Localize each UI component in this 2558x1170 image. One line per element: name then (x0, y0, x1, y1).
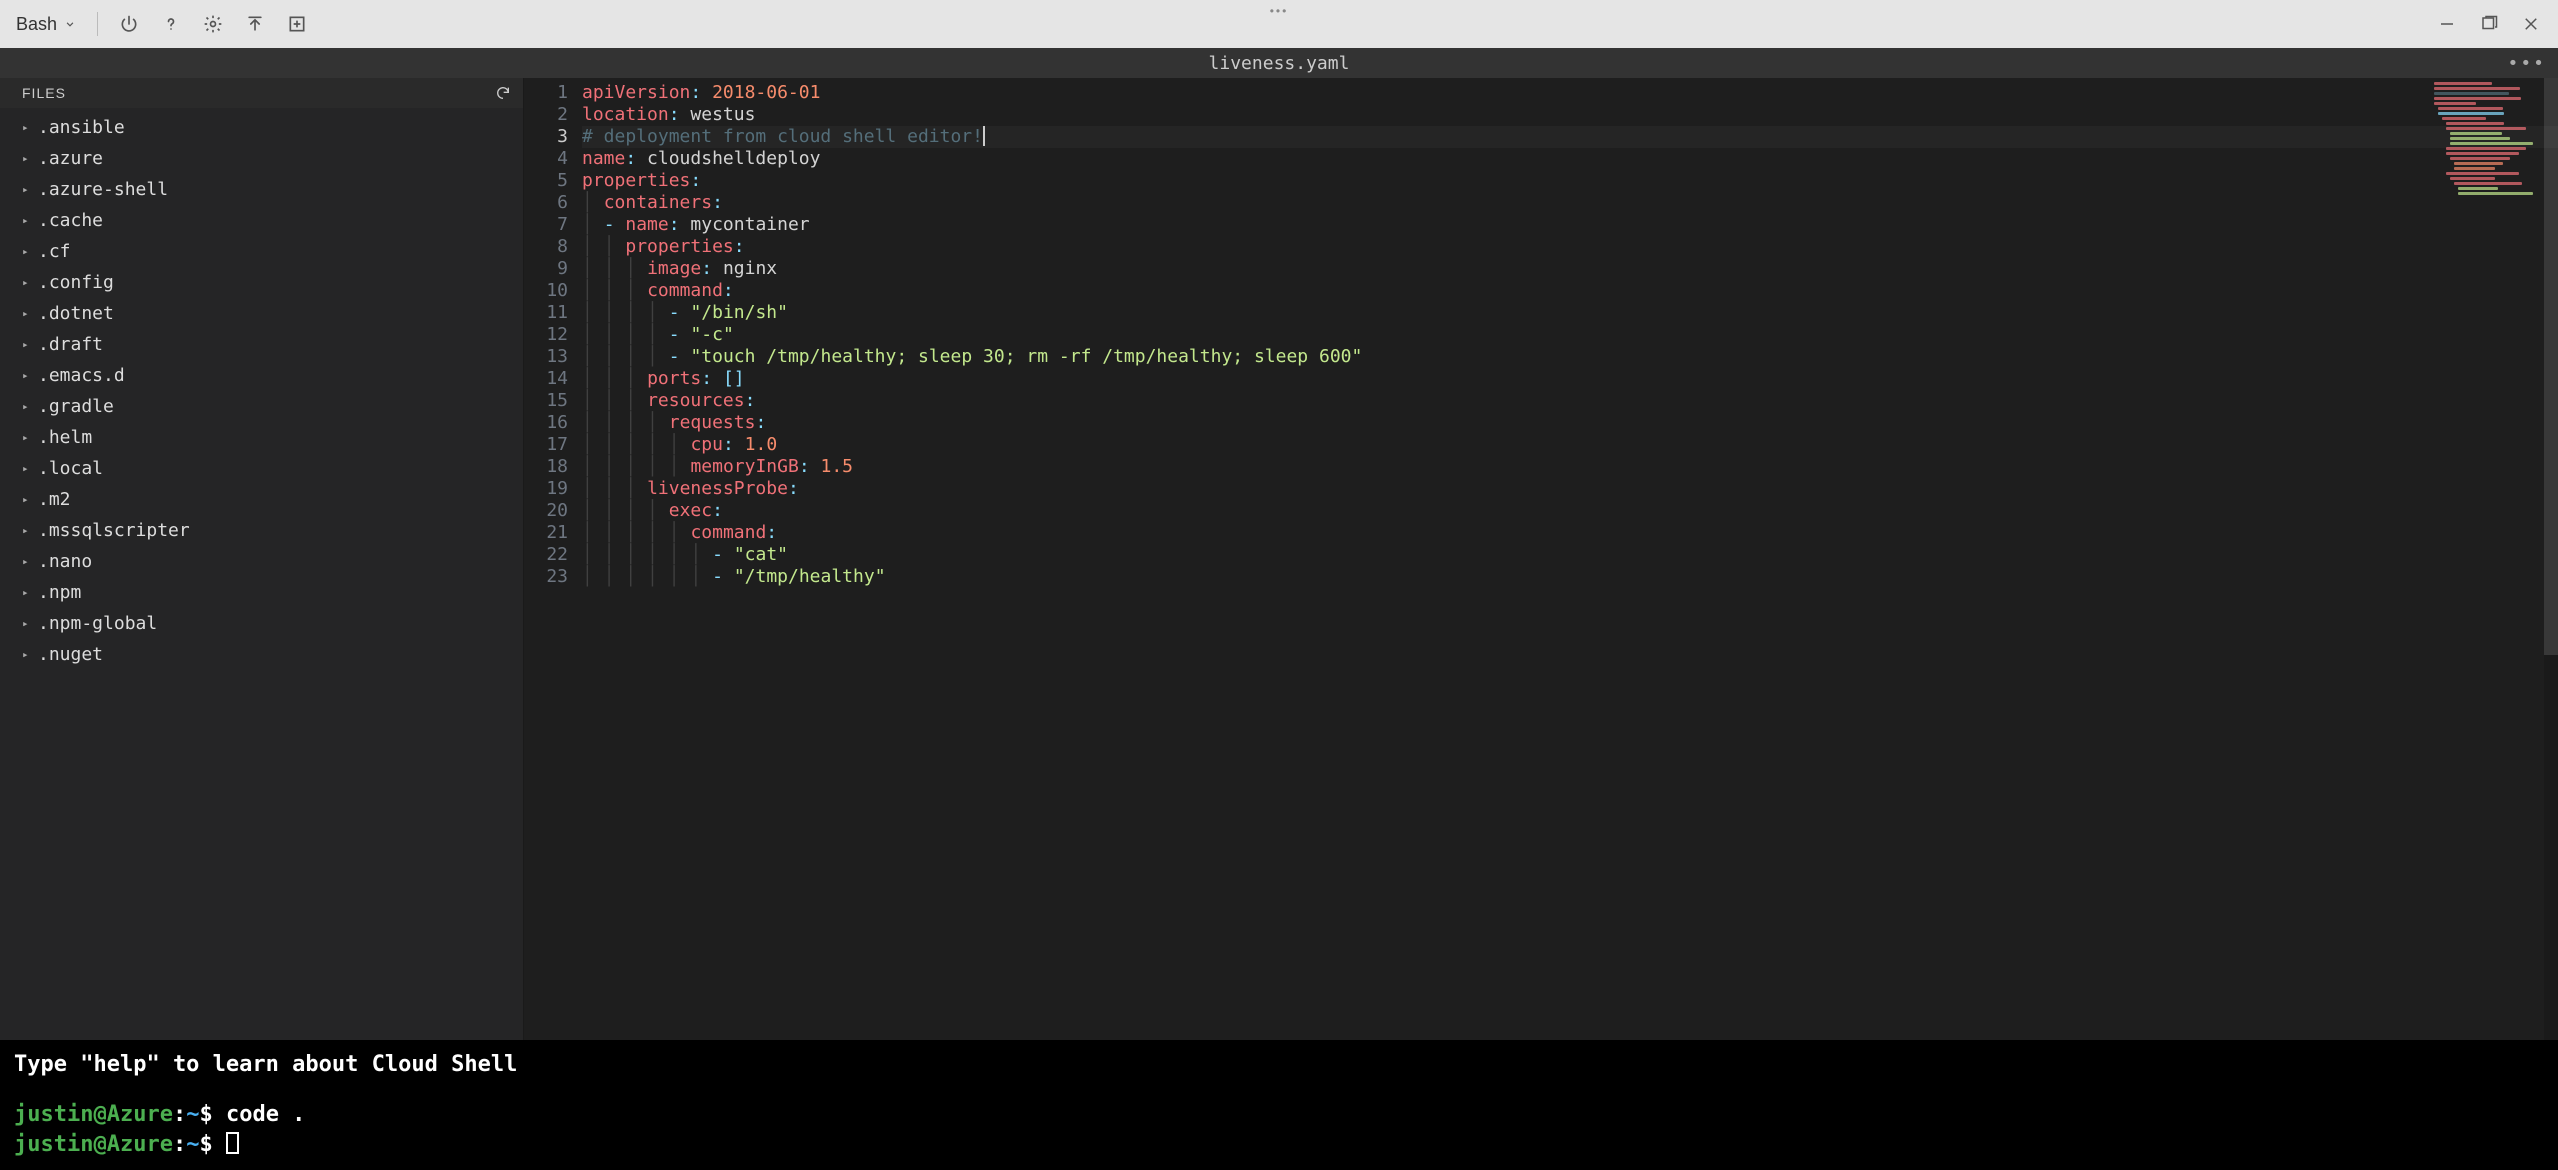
editor-more-icon[interactable]: ••• (2507, 53, 2546, 74)
tree-item-label: .helm (38, 424, 92, 451)
new-window-icon[interactable] (286, 13, 308, 35)
chevron-right-icon: ▸ (22, 610, 32, 637)
tree-item-label: .ansible (38, 114, 125, 141)
chevron-right-icon: ▸ (22, 579, 32, 606)
chevron-right-icon: ▸ (22, 424, 32, 451)
chevron-right-icon: ▸ (22, 145, 32, 172)
chevron-right-icon: ▸ (22, 176, 32, 203)
chevron-right-icon: ▸ (22, 114, 32, 141)
chevron-right-icon: ▸ (22, 207, 32, 234)
chevron-right-icon: ▸ (22, 238, 32, 265)
refresh-icon[interactable] (495, 85, 511, 101)
chevron-right-icon: ▸ (22, 331, 32, 358)
chevron-right-icon: ▸ (22, 393, 32, 420)
line-gutter: 1234567891011121314151617181920212223 (524, 78, 582, 1040)
tree-item-label: .gradle (38, 393, 114, 420)
tree-item-label: .draft (38, 331, 103, 358)
tree-item-label: .cache (38, 207, 103, 234)
file-tree: ▸.ansible▸.azure▸.azure-shell▸.cache▸.cf… (0, 108, 523, 1040)
tree-item[interactable]: ▸.gradle (0, 391, 523, 422)
tree-item[interactable]: ▸.azure-shell (0, 174, 523, 205)
power-icon[interactable] (118, 13, 140, 35)
tree-item[interactable]: ▸.nano (0, 546, 523, 577)
tree-item-label: .nuget (38, 641, 103, 668)
upload-icon[interactable] (244, 13, 266, 35)
chevron-right-icon: ▸ (22, 455, 32, 482)
gear-icon[interactable] (202, 13, 224, 35)
tree-item-label: .npm (38, 579, 81, 606)
tree-item[interactable]: ▸.ansible (0, 112, 523, 143)
terminal-help-line: Type "help" to learn about Cloud Shell (14, 1050, 2544, 1080)
toolbar-divider (97, 12, 98, 36)
tree-item[interactable]: ▸.helm (0, 422, 523, 453)
tree-item[interactable]: ▸.nuget (0, 639, 523, 670)
tree-item-label: .m2 (38, 486, 71, 513)
tree-item-label: .azure (38, 145, 103, 172)
tree-item-label: .emacs.d (38, 362, 125, 389)
tree-item[interactable]: ▸.draft (0, 329, 523, 360)
term-user: justin (14, 1132, 93, 1157)
term-path: ~ (186, 1132, 199, 1157)
tree-item[interactable]: ▸.m2 (0, 484, 523, 515)
tree-item[interactable]: ▸.dotnet (0, 298, 523, 329)
term-symbol: $ (199, 1132, 212, 1157)
editor-container: liveness.yaml ••• FILES ▸.ansible▸.azure… (0, 48, 2558, 1040)
sidebar-header: FILES (0, 78, 523, 108)
chevron-right-icon: ▸ (22, 362, 32, 389)
toolbar-left: Bash (16, 12, 308, 36)
editor-body: FILES ▸.ansible▸.azure▸.azure-shell▸.cac… (0, 78, 2558, 1040)
close-icon[interactable] (2520, 13, 2542, 35)
shell-selector[interactable]: Bash (16, 14, 77, 35)
tree-item[interactable]: ▸.mssqlscripter (0, 515, 523, 546)
tree-item-label: .mssqlscripter (38, 517, 190, 544)
tree-item-label: .cf (38, 238, 71, 265)
terminal-cursor (226, 1132, 239, 1154)
term-host: Azure (107, 1132, 173, 1157)
terminal-prompt-line: justin@Azure:~$ (14, 1130, 2544, 1160)
shell-label: Bash (16, 14, 57, 35)
code-lines[interactable]: apiVersion: 2018-06-01location: westus# … (582, 78, 2558, 1040)
chevron-right-icon: ▸ (22, 517, 32, 544)
terminal[interactable]: Type "help" to learn about Cloud Shell j… (0, 1040, 2558, 1170)
chevron-right-icon: ▸ (22, 641, 32, 668)
sidebar-title: FILES (22, 85, 66, 101)
cloud-shell-toolbar: ••• Bash (0, 0, 2558, 48)
tree-item[interactable]: ▸.config (0, 267, 523, 298)
tree-item-label: .azure-shell (38, 176, 168, 203)
tree-item[interactable]: ▸.npm (0, 577, 523, 608)
editor-filename: liveness.yaml (1209, 53, 1350, 74)
file-sidebar: FILES ▸.ansible▸.azure▸.azure-shell▸.cac… (0, 78, 524, 1040)
code-pane[interactable]: 1234567891011121314151617181920212223 ap… (524, 78, 2558, 1040)
tree-item[interactable]: ▸.emacs.d (0, 360, 523, 391)
chevron-right-icon: ▸ (22, 300, 32, 327)
chevron-down-icon (63, 17, 77, 31)
tree-item-label: .config (38, 269, 114, 296)
maximize-icon[interactable] (2478, 13, 2500, 35)
tree-item-label: .nano (38, 548, 92, 575)
terminal-history: justin@Azure:~$ code . (14, 1100, 2544, 1130)
vertical-scrollbar[interactable] (2544, 78, 2558, 1040)
chevron-right-icon: ▸ (22, 548, 32, 575)
editor-tabbar: liveness.yaml ••• (0, 48, 2558, 78)
scrollbar-thumb[interactable] (2544, 78, 2558, 655)
chevron-right-icon: ▸ (22, 486, 32, 513)
tree-item[interactable]: ▸.npm-global (0, 608, 523, 639)
help-icon[interactable] (160, 13, 182, 35)
tree-item[interactable]: ▸.azure (0, 143, 523, 174)
toolbar-right (2436, 13, 2542, 35)
tree-item-label: .dotnet (38, 300, 114, 327)
tree-item-label: .npm-global (38, 610, 157, 637)
drag-handle-dots[interactable]: ••• (1270, 4, 1289, 18)
tree-item[interactable]: ▸.local (0, 453, 523, 484)
tree-item-label: .local (38, 455, 103, 482)
tree-item[interactable]: ▸.cache (0, 205, 523, 236)
tree-item[interactable]: ▸.cf (0, 236, 523, 267)
minimize-icon[interactable] (2436, 13, 2458, 35)
chevron-right-icon: ▸ (22, 269, 32, 296)
